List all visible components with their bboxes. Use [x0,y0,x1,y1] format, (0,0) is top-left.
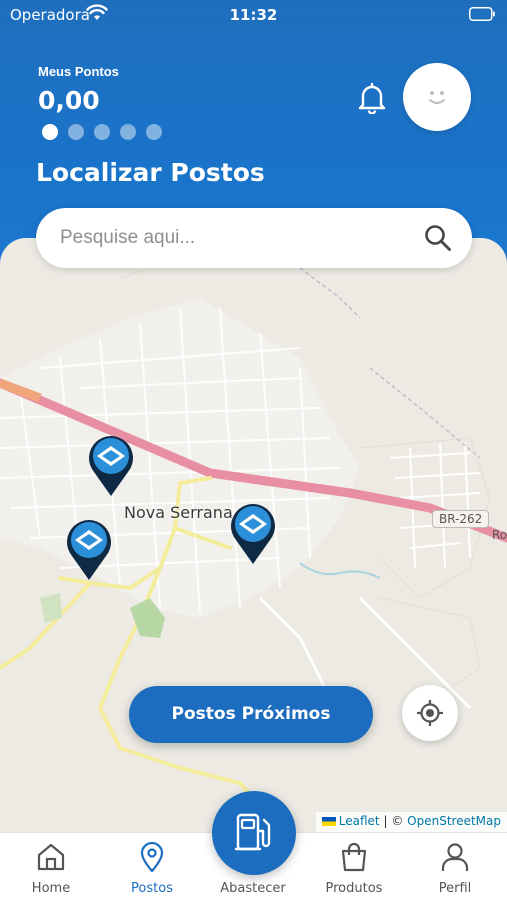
road-label: BR-262 [432,510,490,528]
points-value: 0,00 [38,86,100,115]
nav-item-produtos[interactable]: Produtos [309,833,399,900]
points-label: Meus Pontos [38,64,119,79]
carousel-dot[interactable] [42,124,58,140]
search-icon[interactable] [424,224,452,252]
carousel-dot[interactable] [94,124,110,140]
leaflet-link[interactable]: Leaflet [339,814,380,828]
nav-item-home[interactable]: Home [6,833,96,900]
map-attribution: Leaflet | © OpenStreetMap [315,812,507,832]
nav-item-perfil[interactable]: Perfil [410,833,500,900]
road-label-secondary: Ro [492,528,507,542]
osm-link[interactable]: OpenStreetMap [407,814,501,828]
nav-label-produtos: Produtos [325,881,383,896]
gas-station-marker[interactable] [226,500,280,566]
avatar[interactable] [403,63,471,131]
nav-label-postos: Postos [131,881,173,896]
nav-label-abastecer: Abastecer [220,881,286,896]
battery-icon [469,7,495,21]
fuel-button[interactable] [212,791,296,875]
map-pin-icon [140,841,164,873]
page-title: Localizar Postos [36,158,265,187]
bell-icon[interactable] [357,82,387,114]
gas-station-marker[interactable] [62,516,116,582]
gas-station-marker[interactable] [84,432,138,498]
user-icon [441,843,469,871]
search-bar[interactable] [36,208,472,268]
nav-label-home: Home [31,881,71,896]
attribution-separator: | © [383,814,404,828]
nav-item-postos[interactable]: Postos [107,833,197,900]
clock: 11:32 [229,6,278,24]
nav-label-perfil: Perfil [438,881,472,896]
carousel-dot[interactable] [120,124,136,140]
fuel-pump-icon [234,813,271,851]
carousel-dot[interactable] [146,124,162,140]
locate-me-button[interactable] [402,685,458,741]
shopping-bag-icon [341,842,367,872]
smiley-icon [429,91,445,104]
city-label: Nova Serrana [124,503,233,522]
ukraine-flag-icon [321,817,336,826]
nearby-stations-button[interactable]: Postos Próximos [129,686,373,743]
search-input[interactable] [60,208,420,268]
carousel-dot[interactable] [68,124,84,140]
carousel-dots[interactable] [42,124,162,140]
crosshair-icon [417,700,443,726]
home-icon [37,843,65,871]
status-bar: Operadora 11:32 [0,0,507,30]
